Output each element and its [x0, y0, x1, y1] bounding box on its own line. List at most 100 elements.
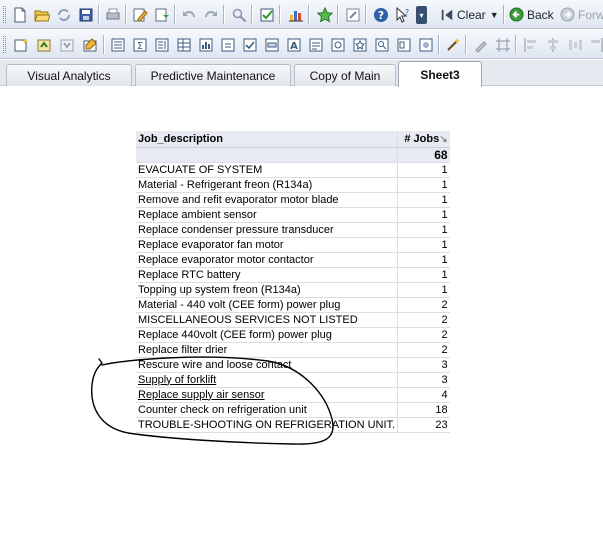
job-description-cell[interactable]: Replace ambient sensor	[136, 207, 399, 223]
print-icon[interactable]	[103, 5, 122, 24]
slider-object-icon[interactable]	[328, 35, 347, 54]
listbox-object-icon[interactable]	[108, 35, 127, 54]
jobs-count-cell: 3	[397, 372, 450, 388]
table-row[interactable]: Replace RTC battery 1	[136, 267, 450, 283]
job-description-cell[interactable]: Replace evaporator fan motor	[136, 237, 399, 253]
job-description-cell[interactable]: Counter check on refrigeration unit	[136, 402, 399, 418]
undo-icon[interactable]	[179, 5, 198, 24]
new-sheet-icon[interactable]	[11, 35, 30, 54]
job-description-cell[interactable]: Replace evaporator motor contactor	[136, 252, 399, 268]
table-row[interactable]: Replace 440volt (CEE form) power plug 2	[136, 327, 450, 343]
table-row[interactable]: Counter check on refrigeration unit 18	[136, 402, 450, 418]
table-row[interactable]: Supply of forklift 3	[136, 372, 450, 388]
jobs-count-cell: 2	[397, 297, 450, 313]
wizard-icon[interactable]	[443, 35, 462, 54]
tab-predictive-maintenance[interactable]: Predictive Maintenance	[135, 64, 291, 86]
open-folder-icon[interactable]	[32, 5, 51, 24]
edit-script-icon[interactable]	[130, 5, 149, 24]
back-button[interactable]: Back	[509, 5, 554, 24]
redo-icon[interactable]	[201, 5, 220, 24]
search-object-icon[interactable]	[372, 35, 391, 54]
clear-button[interactable]: Clear ▼	[440, 5, 499, 24]
table-row[interactable]: Replace evaporator fan motor 1	[136, 237, 450, 253]
table-row[interactable]: EVACUATE OF SYSTEM 1	[136, 162, 450, 178]
statistics-box-icon[interactable]: Σ	[130, 35, 149, 54]
toolbar-separator	[223, 5, 224, 24]
job-description-cell[interactable]: Replace condenser pressure transducer	[136, 222, 399, 238]
table-row[interactable]: Replace condenser pressure transducer 1	[136, 222, 450, 238]
input-box-icon[interactable]	[218, 35, 237, 54]
job-description-cell[interactable]: Replace supply air sensor	[136, 387, 399, 403]
promote-sheet-icon[interactable]	[34, 35, 53, 54]
chart-icon[interactable]	[286, 5, 305, 24]
search-icon[interactable]	[229, 5, 248, 24]
table-row[interactable]: MISCELLANEOUS SERVICES NOT LISTED 2	[136, 312, 450, 328]
column-header-job-description[interactable]: Job_description	[136, 131, 399, 148]
table-row[interactable]: Replace filter drier 2	[136, 342, 450, 358]
align-center-icon[interactable]	[543, 35, 562, 54]
new-document-icon[interactable]	[10, 5, 29, 24]
job-description-cell[interactable]: Replace RTC battery	[136, 267, 399, 283]
bookmark-star-icon[interactable]	[315, 5, 334, 24]
edit-mode-icon[interactable]	[343, 5, 362, 24]
sheet-properties-icon[interactable]	[80, 35, 99, 54]
job-description-straight-table[interactable]: Job_description # Jobs↘ 68 EVACUATE OF S…	[136, 131, 450, 433]
table-row[interactable]: Topping up system freon (R134a) 1	[136, 282, 450, 298]
table-box-icon[interactable]	[174, 35, 193, 54]
svg-text:Σ: Σ	[136, 41, 142, 52]
demote-sheet-icon[interactable]	[57, 35, 76, 54]
table-row[interactable]: Replace supply air sensor 4	[136, 387, 450, 403]
table-row[interactable]: Replace ambient sensor 1	[136, 207, 450, 223]
job-description-cell[interactable]: Remove and refit evaporator motor blade	[136, 192, 399, 208]
table-row[interactable]: Material - 440 volt (CEE form) power plu…	[136, 297, 450, 313]
job-description-cell[interactable]: Replace filter drier	[136, 342, 399, 358]
jobs-count-cell: 23	[397, 417, 450, 433]
job-description-cell[interactable]: Supply of forklift	[136, 372, 399, 388]
selections-icon[interactable]	[257, 5, 276, 24]
text-object-icon[interactable]: A	[284, 35, 303, 54]
forward-button[interactable]: Forw	[560, 5, 603, 24]
table-row[interactable]: Remove and refit evaporator motor blade 1	[136, 192, 450, 208]
clear-dropdown-chevron-icon[interactable]: ▼	[490, 10, 499, 20]
tab-visual-analytics[interactable]: Visual Analytics	[6, 64, 132, 86]
job-description-cell[interactable]: Material - Refrigerant freon (R134a)	[136, 177, 399, 193]
table-row[interactable]: Replace evaporator motor contactor 1	[136, 252, 450, 268]
bookmark-object-icon[interactable]	[350, 35, 369, 54]
format-painter-icon[interactable]	[471, 35, 490, 54]
reload-icon[interactable]	[54, 5, 73, 24]
job-description-cell[interactable]: Rescure wire and loose contact	[136, 357, 399, 373]
tab-copy-of-main[interactable]: Copy of Main	[294, 64, 396, 86]
align-left-icon[interactable]	[521, 35, 540, 54]
jobs-count-cell: 1	[397, 237, 450, 253]
current-selections-box-icon[interactable]	[240, 35, 259, 54]
chart-object-icon[interactable]	[196, 35, 215, 54]
toolbar-overflow-chevron-icon[interactable]: ▾	[416, 6, 427, 24]
table-row[interactable]: TROUBLE-SHOOTING ON REFRIGERATION UNIT. 2…	[136, 417, 450, 433]
job-description-cell[interactable]: Replace 440volt (CEE form) power plug	[136, 327, 399, 343]
tab-sheet3[interactable]: Sheet3	[398, 61, 482, 87]
table-row[interactable]: Material - Refrigerant freon (R134a) 1	[136, 177, 450, 193]
reload-data-icon[interactable]	[152, 5, 171, 24]
help-icon[interactable]: ?	[371, 5, 390, 24]
custom-object-icon[interactable]	[416, 35, 435, 54]
toolbar-separator	[103, 35, 104, 54]
job-description-cell[interactable]: Topping up system freon (R134a)	[136, 282, 399, 298]
job-description-cell[interactable]: EVACUATE OF SYSTEM	[136, 162, 399, 178]
multibox-icon[interactable]	[152, 35, 171, 54]
container-object-icon[interactable]	[394, 35, 413, 54]
toolbar-separator	[279, 5, 280, 24]
toolbar-grip[interactable]	[3, 36, 6, 53]
align-grid-icon[interactable]	[493, 35, 512, 54]
job-description-cell[interactable]: TROUBLE-SHOOTING ON REFRIGERATION UNIT.	[136, 417, 399, 433]
distribute-icon[interactable]	[565, 35, 584, 54]
button-object-icon[interactable]	[262, 35, 281, 54]
column-header-jobs[interactable]: # Jobs↘	[397, 131, 450, 148]
table-row[interactable]: Rescure wire and loose contact 3	[136, 357, 450, 373]
align-right-icon[interactable]	[586, 35, 603, 54]
toolbar-grip[interactable]	[3, 6, 6, 23]
save-icon[interactable]	[76, 5, 95, 24]
context-help-icon[interactable]: ?	[393, 5, 412, 24]
job-description-cell[interactable]: Material - 440 volt (CEE form) power plu…	[136, 297, 399, 313]
line-arrow-object-icon[interactable]	[306, 35, 325, 54]
job-description-cell[interactable]: MISCELLANEOUS SERVICES NOT LISTED	[136, 312, 399, 328]
